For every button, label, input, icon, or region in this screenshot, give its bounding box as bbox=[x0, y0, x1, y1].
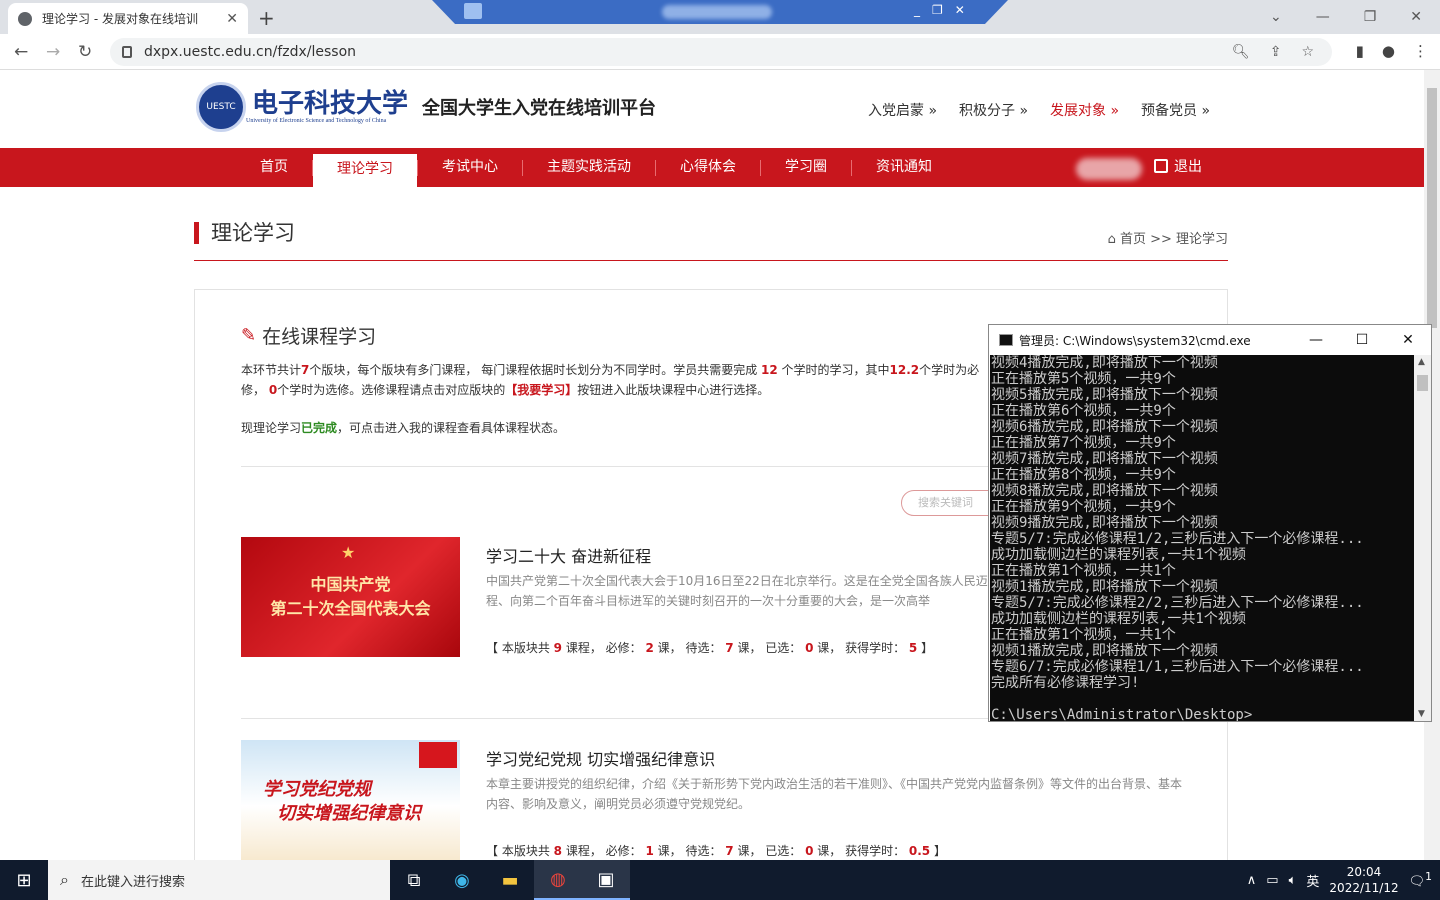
taskbar-search[interactable]: ⌕ 在此键入进行搜索 bbox=[48, 860, 390, 900]
cmd-icon bbox=[999, 334, 1013, 346]
chrome-icon[interactable]: ◍ bbox=[534, 860, 582, 900]
ime-indicator[interactable]: 英 bbox=[1306, 871, 1319, 890]
cmd-titlebar[interactable]: 管理员: C:\Windows\system32\cmd.exe — ☐ ✕ bbox=[989, 325, 1431, 355]
breadcrumb[interactable]: ⌂ 首页 >> 理论学习 bbox=[1108, 228, 1228, 247]
taskbar: ⊞ ⌕ 在此键入进行搜索 ⧉ ◉ ▬ ◍ ▣ ∧ ▭ 🔈︎ 英 20:04 2022… bbox=[0, 860, 1440, 900]
course-item[interactable]: 学习党纪党规 切实增强纪律意识 学习党纪党规 切实增强纪律意识 本章主要讲授党的… bbox=[241, 740, 1201, 860]
nav-activities[interactable]: 主题实践活动 bbox=[523, 151, 655, 184]
stage-link-candidate[interactable]: 发展对象 » bbox=[1050, 100, 1119, 120]
cmd-taskbar-icon[interactable]: ▣ bbox=[582, 860, 630, 900]
main-nav-bar: 首页 理论学习 考试中心 主题实践活动 心得体会 学习圈 资讯通知 退出 bbox=[0, 148, 1424, 187]
nav-reflections[interactable]: 心得体会 bbox=[656, 151, 760, 184]
cmd-output[interactable]: 视频4播放完成,即将播放下一个视频 正在播放第5个视频，一共9个 视频5播放完成… bbox=[990, 355, 1414, 721]
browser-tab-strip: 理论学习 - 发展对象在线培训 ✕ + _❐✕ ⌄ — ❐ ✕ bbox=[0, 0, 1440, 34]
globe-icon bbox=[18, 11, 32, 26]
platform-title: 全国大学生入党在线培训平台 bbox=[422, 98, 657, 119]
site-logo[interactable]: UESTC 电子科技大学 University of Electronic Sc… bbox=[196, 82, 656, 132]
cmd-window[interactable]: 管理员: C:\Windows\system32\cmd.exe — ☐ ✕ 视… bbox=[988, 324, 1432, 722]
restore-button[interactable]: ❐ bbox=[1364, 9, 1377, 25]
user-avatar-blurred[interactable] bbox=[1076, 158, 1142, 180]
party-emblem-icon: ★ bbox=[341, 543, 356, 562]
lock-icon[interactable] bbox=[122, 46, 132, 58]
new-tab-button[interactable]: + bbox=[258, 6, 275, 30]
my-study-link[interactable]: 【我要学习】 bbox=[505, 383, 577, 397]
task-view-icon[interactable]: ⧉ bbox=[390, 860, 438, 900]
blurred-host bbox=[662, 5, 772, 19]
logout-button[interactable]: 退出 bbox=[1154, 148, 1202, 187]
nav-study-circle[interactable]: 学习圈 bbox=[761, 151, 851, 184]
nav-exam[interactable]: 考试中心 bbox=[418, 151, 522, 184]
back-icon[interactable]: ← bbox=[14, 42, 28, 62]
menu-kebab-icon[interactable]: ⋮ bbox=[1413, 42, 1428, 60]
university-emblem: UESTC bbox=[196, 82, 246, 132]
page-title: 理论学习 bbox=[194, 222, 295, 244]
cmd-scrollbar[interactable]: ▲ ▼ bbox=[1414, 355, 1431, 721]
scrollbar-thumb[interactable] bbox=[1427, 88, 1437, 328]
panel-heading: ✎ 在线课程学习 bbox=[241, 325, 377, 348]
window-controls: ⌄ — ❐ ✕ bbox=[1270, 0, 1440, 34]
cmd-close-button[interactable]: ✕ bbox=[1385, 332, 1431, 348]
stage-link-activist[interactable]: 积极分子 » bbox=[959, 100, 1028, 120]
zoom-icon[interactable]: 🔍︎ bbox=[1232, 44, 1250, 60]
intro-text: 本环节共计7个版块，每个版块有多门课程， 每门课程依据时长划分为不同学时。学员共… bbox=[241, 363, 980, 435]
search-icon: ⌕ bbox=[60, 870, 69, 889]
stage-link-probationary[interactable]: 预备党员 » bbox=[1141, 100, 1210, 120]
course-title[interactable]: 学习党纪党规 切实增强纪律意识 bbox=[486, 746, 715, 770]
minimize-button[interactable]: — bbox=[1316, 9, 1330, 25]
volume-icon[interactable]: 🔈︎ bbox=[1289, 873, 1297, 888]
url-field[interactable]: dxpx.uestc.edu.cn/fzdx/lesson 🔍︎ ⇪ ☆ bbox=[110, 38, 1332, 66]
course-stats: 【 本版块共 9 课程， 必修： 2 课， 待选： 7 课， 已选： 0 课， … bbox=[486, 641, 934, 655]
cmd-minimize-button[interactable]: — bbox=[1293, 332, 1339, 348]
remote-bar-controls[interactable]: _❐✕ bbox=[914, 3, 977, 17]
tab-search-icon[interactable]: ⌄ bbox=[1270, 9, 1282, 25]
course-thumbnail[interactable]: ★ 中国共产党 第二十次全国代表大会 bbox=[241, 537, 460, 657]
url-text[interactable]: dxpx.uestc.edu.cn/fzdx/lesson bbox=[144, 44, 356, 60]
notification-icon[interactable]: 🗨︎1 bbox=[1409, 870, 1432, 889]
share-icon[interactable]: ⇪ bbox=[1270, 44, 1282, 60]
nav-home[interactable]: 首页 bbox=[236, 151, 312, 184]
browser-tab[interactable]: 理论学习 - 发展对象在线培训 ✕ bbox=[8, 3, 248, 34]
remote-desktop-bar: _❐✕ bbox=[432, 0, 1008, 24]
edge-icon[interactable]: ◉ bbox=[438, 860, 486, 900]
windows-start-icon[interactable]: ⊞ bbox=[0, 860, 48, 900]
system-tray: ∧ ▭ 🔈︎ 英 20:04 2022/11/12 🗨︎1 bbox=[1247, 860, 1440, 900]
bookmark-star-icon[interactable]: ☆ bbox=[1301, 44, 1314, 60]
reload-icon[interactable]: ↻ bbox=[78, 42, 92, 62]
profile-icon[interactable]: ● bbox=[1382, 42, 1395, 60]
university-name-en: University of Electronic Science and Tec… bbox=[246, 118, 387, 124]
stage-link-enlighten[interactable]: 入党启蒙 » bbox=[868, 100, 937, 120]
cmd-title: 管理员: C:\Windows\system32\cmd.exe bbox=[1019, 333, 1251, 348]
cmd-maximize-button[interactable]: ☐ bbox=[1339, 332, 1385, 348]
title-underline bbox=[194, 260, 1228, 261]
logout-icon bbox=[1154, 159, 1168, 173]
file-explorer-icon[interactable]: ▬ bbox=[486, 860, 534, 900]
close-tab-icon[interactable]: ✕ bbox=[226, 11, 238, 27]
nav-theory[interactable]: 理论学习 bbox=[313, 154, 417, 187]
tray-chevron-icon[interactable]: ∧ bbox=[1247, 873, 1257, 888]
stage-nav: 入党启蒙 » 积极分子 » 发展对象 » 预备党员 » bbox=[868, 100, 1210, 120]
clock[interactable]: 20:04 2022/11/12 bbox=[1329, 864, 1398, 896]
course-title[interactable]: 学习二十大 奋进新征程 bbox=[486, 543, 651, 567]
flag-icon bbox=[419, 742, 457, 768]
close-window-button[interactable]: ✕ bbox=[1410, 9, 1422, 25]
course-description: 本章主要讲授党的组织纪律，介绍《关于新形势下党内政治生活的若干准则》、《中国共产… bbox=[486, 777, 1183, 811]
edit-note-icon: ✎ bbox=[241, 325, 257, 346]
scroll-up-icon[interactable]: ▲ bbox=[1418, 357, 1425, 367]
network-icon[interactable]: ▭ bbox=[1266, 873, 1278, 888]
course-stats: 【 本版块共 8 课程， 必修： 1 课， 待选： 7 课， 已选： 0 课， … bbox=[486, 844, 946, 858]
scroll-down-icon[interactable]: ▼ bbox=[1418, 709, 1425, 719]
forward-icon[interactable]: → bbox=[46, 42, 60, 62]
pin-icon[interactable] bbox=[464, 3, 482, 19]
course-thumbnail[interactable]: 学习党纪党规 切实增强纪律意识 bbox=[241, 740, 460, 860]
status-completed: 已完成 bbox=[301, 421, 338, 435]
nav-news[interactable]: 资讯通知 bbox=[852, 151, 956, 184]
university-name: 电子科技大学 bbox=[252, 89, 409, 119]
cmd-scroll-thumb[interactable] bbox=[1417, 375, 1428, 391]
side-panel-icon[interactable]: ▮ bbox=[1356, 42, 1364, 60]
tab-title: 理论学习 - 发展对象在线培训 bbox=[42, 12, 198, 26]
address-bar-row: ← → ↻ dxpx.uestc.edu.cn/fzdx/lesson 🔍︎ ⇪… bbox=[0, 34, 1440, 70]
